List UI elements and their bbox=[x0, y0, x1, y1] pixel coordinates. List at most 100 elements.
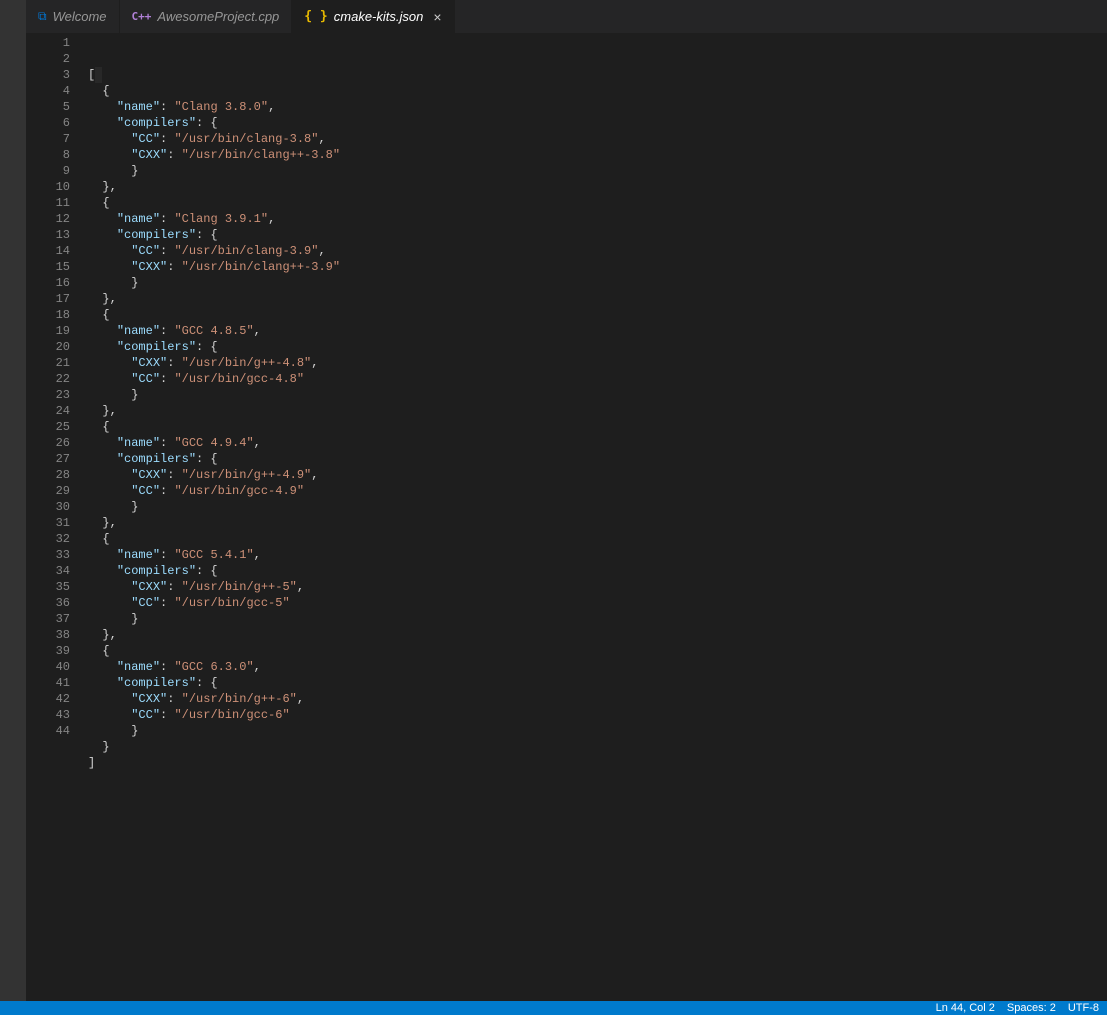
code-line[interactable]: "compilers": { bbox=[88, 227, 1107, 243]
code-line[interactable]: }, bbox=[88, 291, 1107, 307]
code-line[interactable]: }, bbox=[88, 627, 1107, 643]
code-line[interactable]: [ bbox=[88, 67, 1107, 83]
code-line[interactable]: "CC": "/usr/bin/gcc-5" bbox=[88, 595, 1107, 611]
code-line[interactable]: "compilers": { bbox=[88, 115, 1107, 131]
line-number: 43 bbox=[26, 707, 88, 723]
code-editor[interactable]: [ { "name": "Clang 3.8.0", "compilers": … bbox=[88, 33, 1107, 1001]
code-line[interactable]: "name": "Clang 3.8.0", bbox=[88, 99, 1107, 115]
activity-bar bbox=[0, 0, 26, 1001]
line-number: 16 bbox=[26, 275, 88, 291]
line-number: 25 bbox=[26, 419, 88, 435]
code-line[interactable]: }, bbox=[88, 403, 1107, 419]
code-line[interactable]: } bbox=[88, 275, 1107, 291]
code-line[interactable]: "compilers": { bbox=[88, 563, 1107, 579]
line-number: 30 bbox=[26, 499, 88, 515]
line-number-gutter: 1234567891011121314151617181920212223242… bbox=[26, 33, 88, 1001]
line-number: 9 bbox=[26, 163, 88, 179]
activity-item[interactable] bbox=[0, 0, 26, 26]
code-line[interactable]: } bbox=[88, 499, 1107, 515]
json-icon: { } bbox=[304, 9, 327, 24]
line-number: 23 bbox=[26, 387, 88, 403]
status-encoding[interactable]: UTF-8 bbox=[1068, 1002, 1099, 1014]
code-line[interactable]: }, bbox=[88, 179, 1107, 195]
code-line[interactable]: { bbox=[88, 195, 1107, 211]
tab-bar: ⧉ Welcome C++AwesomeProject.cpp{ }cmake-ki… bbox=[26, 0, 1107, 33]
line-number: 8 bbox=[26, 147, 88, 163]
line-number: 42 bbox=[26, 691, 88, 707]
line-number: 5 bbox=[26, 99, 88, 115]
line-number: 12 bbox=[26, 211, 88, 227]
code-line[interactable]: "name": "GCC 4.9.4", bbox=[88, 435, 1107, 451]
line-number: 22 bbox=[26, 371, 88, 387]
code-line[interactable]: } bbox=[88, 611, 1107, 627]
line-number: 34 bbox=[26, 563, 88, 579]
line-number: 7 bbox=[26, 131, 88, 147]
status-cursor-position[interactable]: Ln 44, Col 2 bbox=[936, 1002, 995, 1014]
code-line[interactable]: "name": "GCC 4.8.5", bbox=[88, 323, 1107, 339]
code-line[interactable]: } bbox=[88, 739, 1107, 755]
line-number: 29 bbox=[26, 483, 88, 499]
line-number: 24 bbox=[26, 403, 88, 419]
line-number: 35 bbox=[26, 579, 88, 595]
code-line[interactable]: "compilers": { bbox=[88, 451, 1107, 467]
code-line[interactable]: "CXX": "/usr/bin/g++-5", bbox=[88, 579, 1107, 595]
code-line[interactable]: "compilers": { bbox=[88, 675, 1107, 691]
line-number: 37 bbox=[26, 611, 88, 627]
main-area: ⧉ Welcome C++AwesomeProject.cpp{ }cmake-ki… bbox=[0, 0, 1107, 1001]
code-line[interactable]: "name": "GCC 5.4.1", bbox=[88, 547, 1107, 563]
code-line[interactable]: ] bbox=[88, 755, 1107, 771]
line-number: 44 bbox=[26, 723, 88, 739]
line-number: 10 bbox=[26, 179, 88, 195]
code-line[interactable]: { bbox=[88, 643, 1107, 659]
line-number: 19 bbox=[26, 323, 88, 339]
code-line[interactable]: "name": "Clang 3.9.1", bbox=[88, 211, 1107, 227]
code-line[interactable]: { bbox=[88, 419, 1107, 435]
line-number: 38 bbox=[26, 627, 88, 643]
code-line[interactable]: }, bbox=[88, 515, 1107, 531]
status-bar: Ln 44, Col 2 Spaces: 2 UTF-8 bbox=[0, 1001, 1107, 1015]
editor-wrap: 1234567891011121314151617181920212223242… bbox=[26, 33, 1107, 1001]
cpp-icon: C++ bbox=[132, 10, 152, 23]
code-line[interactable]: { bbox=[88, 307, 1107, 323]
tab-welcome[interactable]: ⧉ Welcome bbox=[26, 0, 120, 33]
line-number: 14 bbox=[26, 243, 88, 259]
code-line[interactable]: "CC": "/usr/bin/clang-3.8", bbox=[88, 131, 1107, 147]
line-number: 27 bbox=[26, 451, 88, 467]
tab-cmake-kits-json[interactable]: { }cmake-kits.json× bbox=[292, 0, 454, 33]
line-number: 41 bbox=[26, 675, 88, 691]
line-number: 31 bbox=[26, 515, 88, 531]
code-line[interactable]: "compilers": { bbox=[88, 339, 1107, 355]
content-area: ⧉ Welcome C++AwesomeProject.cpp{ }cmake-ki… bbox=[26, 0, 1107, 1001]
line-number: 26 bbox=[26, 435, 88, 451]
line-number: 40 bbox=[26, 659, 88, 675]
code-line[interactable]: } bbox=[88, 723, 1107, 739]
code-line[interactable]: "CXX": "/usr/bin/g++-4.8", bbox=[88, 355, 1107, 371]
code-line[interactable]: "CXX": "/usr/bin/clang++-3.8" bbox=[88, 147, 1107, 163]
line-number: 21 bbox=[26, 355, 88, 371]
line-number: 6 bbox=[26, 115, 88, 131]
line-number: 32 bbox=[26, 531, 88, 547]
code-line[interactable]: "CXX": "/usr/bin/clang++-3.9" bbox=[88, 259, 1107, 275]
line-number: 11 bbox=[26, 195, 88, 211]
code-line[interactable]: "CC": "/usr/bin/gcc-4.9" bbox=[88, 483, 1107, 499]
tab-awesomeproject-cpp[interactable]: C++AwesomeProject.cpp bbox=[120, 0, 293, 33]
line-number: 20 bbox=[26, 339, 88, 355]
code-line[interactable]: { bbox=[88, 531, 1107, 547]
code-line[interactable]: "name": "GCC 6.3.0", bbox=[88, 659, 1107, 675]
code-line[interactable]: "CC": "/usr/bin/gcc-6" bbox=[88, 707, 1107, 723]
line-number: 3 bbox=[26, 67, 88, 83]
tab-label: Welcome bbox=[53, 9, 107, 24]
code-line[interactable]: } bbox=[88, 163, 1107, 179]
line-number: 1 bbox=[26, 35, 88, 51]
status-indentation[interactable]: Spaces: 2 bbox=[1007, 1002, 1056, 1014]
code-line[interactable]: { bbox=[88, 83, 1107, 99]
vscode-icon: ⧉ bbox=[38, 9, 47, 24]
minimap[interactable] bbox=[1092, 33, 1107, 153]
code-line[interactable]: } bbox=[88, 387, 1107, 403]
code-line[interactable]: "CXX": "/usr/bin/g++-6", bbox=[88, 691, 1107, 707]
code-line[interactable]: "CC": "/usr/bin/clang-3.9", bbox=[88, 243, 1107, 259]
code-line[interactable]: "CXX": "/usr/bin/g++-4.9", bbox=[88, 467, 1107, 483]
line-number: 36 bbox=[26, 595, 88, 611]
close-icon[interactable]: × bbox=[433, 9, 441, 25]
code-line[interactable]: "CC": "/usr/bin/gcc-4.8" bbox=[88, 371, 1107, 387]
